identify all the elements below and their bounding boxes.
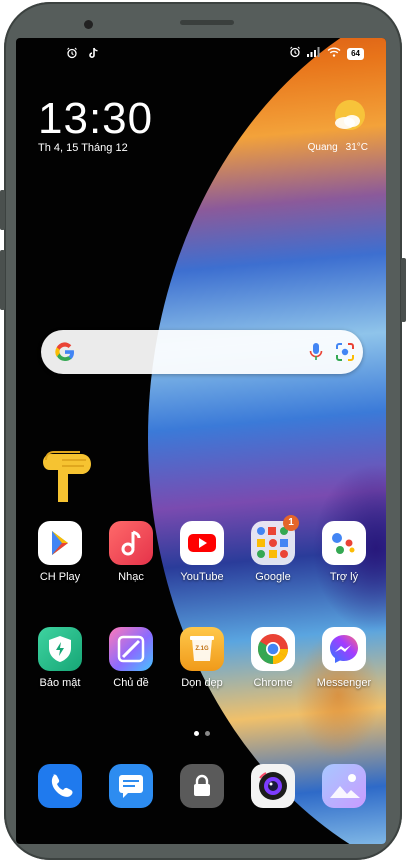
- play-store-icon: [38, 521, 82, 565]
- weather-widget[interactable]: Quang 31°C: [308, 142, 368, 153]
- app-tro-ly[interactable]: Trợ lý: [313, 521, 375, 583]
- app-bao-mat[interactable]: Bảo mật: [29, 627, 91, 689]
- phone-icon[interactable]: [38, 764, 82, 808]
- app-label: CH Play: [39, 571, 81, 583]
- status-bar: 64: [16, 38, 386, 68]
- app-google-folder[interactable]: 1 Google: [242, 515, 304, 583]
- home-screen: 64 13:30 Th 4, 15 Tháng 12 Quang 31°C CH…: [16, 38, 386, 844]
- google-icon: [53, 340, 77, 364]
- signal-icon: [307, 47, 321, 60]
- cleaner-size: Z.1G: [195, 646, 209, 652]
- app-label: Nhạc: [118, 571, 144, 583]
- assistant-icon: [322, 521, 366, 565]
- front-camera: [84, 20, 93, 29]
- app-youtube[interactable]: YouTube: [171, 521, 233, 583]
- volume-button: [0, 190, 5, 230]
- messenger-icon: [322, 627, 366, 671]
- cleaner-icon: Z.1G: [180, 627, 224, 671]
- security-icon: [38, 627, 82, 671]
- power-button: [401, 258, 406, 322]
- alarm-icon: [289, 46, 301, 61]
- weather-location: Quang: [307, 142, 338, 153]
- wifi-icon: [327, 47, 341, 60]
- page-indicator[interactable]: [194, 731, 210, 736]
- battery-indicator: 64: [347, 47, 364, 60]
- wallpaper-planet: [148, 38, 386, 844]
- app-ch-play[interactable]: CH Play: [29, 521, 91, 583]
- clock-date[interactable]: Th 4, 15 Tháng 12: [38, 142, 128, 154]
- app-don-dep[interactable]: Z.1G Dọn dẹp: [171, 627, 233, 689]
- app-label: Chrome: [253, 677, 293, 689]
- chrome-icon: [251, 627, 295, 671]
- app-label: Messenger: [316, 677, 372, 689]
- partly-sunny-icon[interactable]: [330, 98, 368, 136]
- app-chu-de[interactable]: Chủ đề: [100, 627, 162, 689]
- lock-icon[interactable]: [180, 764, 224, 808]
- clock-time[interactable]: 13:30: [38, 94, 153, 144]
- music-icon: [109, 521, 153, 565]
- gallery-icon[interactable]: [322, 764, 366, 808]
- app-label: Google: [255, 571, 291, 583]
- themes-icon: [109, 627, 153, 671]
- page-dot: [205, 731, 210, 736]
- mic-icon[interactable]: [309, 342, 323, 362]
- messages-icon[interactable]: [109, 764, 153, 808]
- app-messenger[interactable]: Messenger: [313, 627, 375, 689]
- app-nhac[interactable]: Nhạc: [100, 521, 162, 583]
- youtube-icon: [180, 521, 224, 565]
- alarm-icon: [66, 47, 78, 62]
- app-chrome[interactable]: Chrome: [242, 627, 304, 689]
- weather-temperature: 31°C: [345, 142, 368, 153]
- app-label: YouTube: [180, 571, 224, 583]
- app-label: Trợ lý: [329, 571, 359, 583]
- tiktok-icon: [88, 47, 99, 62]
- pointing-hand-icon: [38, 430, 98, 502]
- side-button: [0, 250, 5, 310]
- earpiece-speaker: [180, 20, 234, 25]
- page-dot: [194, 731, 199, 736]
- google-search-bar[interactable]: [41, 330, 363, 374]
- lens-icon[interactable]: [334, 341, 356, 363]
- app-label: Chủ đề: [113, 677, 149, 689]
- notification-badge: 1: [283, 515, 299, 531]
- google-folder-icon: 1: [251, 515, 299, 565]
- camera-icon[interactable]: [251, 764, 295, 808]
- app-label: Bảo mật: [39, 677, 81, 689]
- app-label: Dọn dẹp: [181, 677, 223, 689]
